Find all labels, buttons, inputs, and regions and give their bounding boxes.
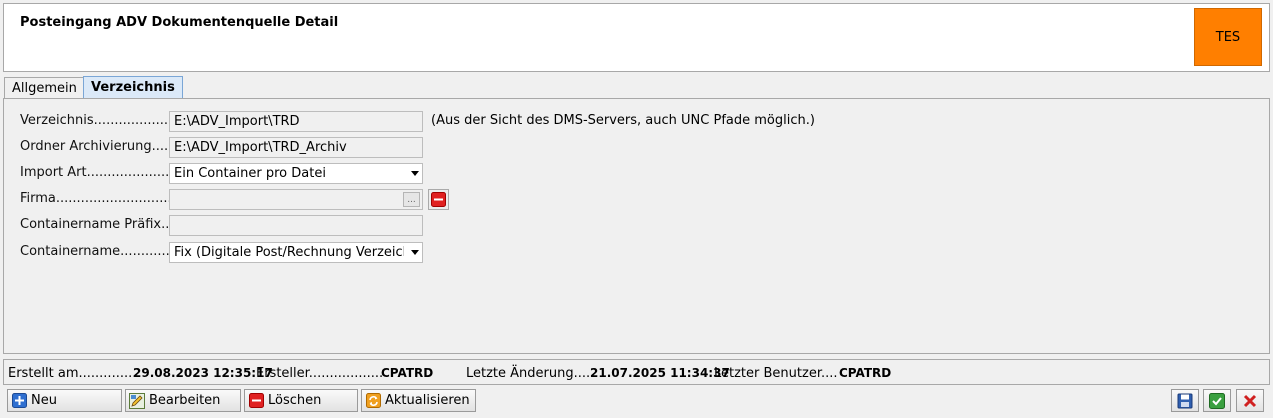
verzeichnis-hint: (Aus der Sicht des DMS-Servers, auch UNC… bbox=[431, 113, 815, 128]
audit-status-bar: Erstellt am.............. 29.08.2023 12:… bbox=[3, 359, 1270, 385]
row-verzeichnis: Verzeichnis...................... E:\ADV… bbox=[20, 111, 1260, 132]
erstellt-value: 29.08.2023 12:35:17 bbox=[133, 366, 273, 380]
containername-value: Fix (Digitale Post/Rechnung Verzeichnis) bbox=[174, 245, 404, 260]
letzte-aenderung-value: 21.07.2025 11:34:37 bbox=[590, 366, 730, 380]
minus-icon bbox=[248, 393, 264, 409]
checkmark-icon bbox=[1209, 392, 1225, 409]
refresh-icon bbox=[365, 393, 381, 409]
edit-pencil-icon bbox=[129, 392, 145, 409]
header-panel: Posteingang ADV Dokumentenquelle Detail … bbox=[3, 3, 1270, 72]
import-art-select[interactable]: Ein Container pro Datei bbox=[169, 163, 423, 184]
firma-label: Firma................................... bbox=[20, 191, 170, 206]
action-toolbar: Neu Bearbeiten Löschen Aktualisieren bbox=[0, 388, 1273, 414]
containername-praefix-label: Containername Präfix..... bbox=[20, 217, 170, 232]
environment-badge: TES bbox=[1194, 8, 1262, 66]
import-art-label: Import Art......................... bbox=[20, 165, 170, 180]
delete-button-label: Löschen bbox=[268, 393, 322, 408]
ordner-archivierung-input[interactable]: E:\ADV_Import\TRD_Archiv bbox=[169, 137, 423, 158]
firma-clear-button[interactable] bbox=[428, 189, 449, 210]
save-button[interactable] bbox=[1171, 389, 1199, 412]
containername-select[interactable]: Fix (Digitale Post/Rechnung Verzeichnis) bbox=[169, 242, 423, 263]
verzeichnis-label: Verzeichnis...................... bbox=[20, 113, 170, 128]
firma-browse-button[interactable]: ... bbox=[403, 192, 420, 207]
verzeichnis-input[interactable]: E:\ADV_Import\TRD bbox=[169, 111, 423, 132]
refresh-button[interactable]: Aktualisieren bbox=[361, 389, 476, 412]
edit-button[interactable]: Bearbeiten bbox=[125, 389, 241, 412]
containername-label: Containername............... bbox=[20, 244, 170, 259]
row-ordner-archivierung: Ordner Archivierung....... E:\ADV_Import… bbox=[20, 137, 1260, 158]
refresh-button-label: Aktualisieren bbox=[385, 393, 470, 408]
page-title: Posteingang ADV Dokumentenquelle Detail bbox=[20, 15, 339, 30]
letzte-aenderung-label: Letzte Änderung..... bbox=[466, 366, 595, 381]
containername-praefix-input[interactable] bbox=[169, 215, 423, 236]
row-containername-praefix: Containername Präfix..... bbox=[20, 215, 1260, 236]
import-art-value: Ein Container pro Datei bbox=[174, 166, 326, 181]
row-import-art: Import Art......................... Ein … bbox=[20, 163, 1260, 184]
row-containername: Containername............... Fix (Digita… bbox=[20, 242, 1260, 263]
cancel-button[interactable] bbox=[1236, 389, 1264, 412]
firma-input[interactable]: ... bbox=[169, 189, 423, 210]
ersteller-label: Ersteller.................. bbox=[256, 366, 384, 381]
row-firma: Firma...................................… bbox=[20, 189, 1260, 210]
close-icon bbox=[1243, 394, 1257, 407]
save-icon bbox=[1177, 393, 1193, 408]
form-panel: Verzeichnis...................... E:\ADV… bbox=[3, 98, 1270, 354]
new-button-label: Neu bbox=[31, 393, 57, 408]
plus-icon bbox=[11, 393, 27, 409]
tab-allgemein[interactable]: Allgemein bbox=[4, 77, 85, 99]
new-button[interactable]: Neu bbox=[7, 389, 122, 412]
tab-verzeichnis[interactable]: Verzeichnis bbox=[83, 76, 183, 99]
chevron-down-icon bbox=[411, 250, 419, 255]
erstellt-label: Erstellt am.............. bbox=[8, 366, 137, 381]
letzter-benutzer-label: Letzter Benutzer.... bbox=[714, 366, 838, 381]
ersteller-value: CPATRD bbox=[381, 366, 434, 380]
edit-button-label: Bearbeiten bbox=[149, 393, 221, 408]
letzter-benutzer-value: CPATRD bbox=[839, 366, 892, 380]
delete-button[interactable]: Löschen bbox=[244, 389, 358, 412]
confirm-button[interactable] bbox=[1203, 389, 1231, 412]
chevron-down-icon bbox=[411, 171, 419, 176]
minus-icon bbox=[431, 192, 446, 207]
ordner-archivierung-label: Ordner Archivierung....... bbox=[20, 139, 170, 154]
